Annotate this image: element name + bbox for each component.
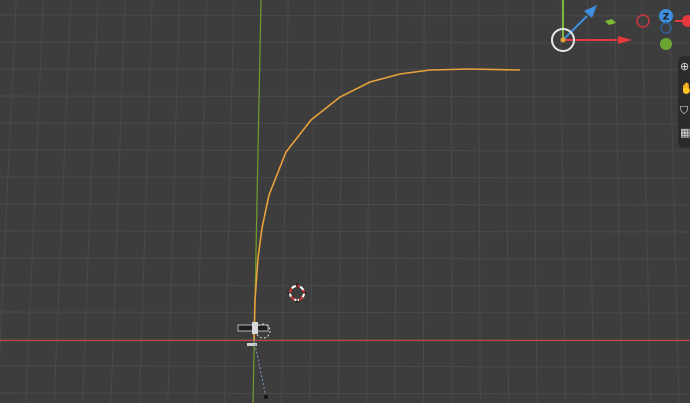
z-axis-label: Z xyxy=(663,13,670,23)
grid-line xyxy=(0,230,690,233)
neg-x-ball-icon xyxy=(636,14,650,28)
grid-line xyxy=(25,0,44,403)
grid-line xyxy=(0,311,690,314)
y-axis-arrow-icon xyxy=(605,19,616,25)
grid-line xyxy=(641,0,652,403)
grid-line xyxy=(110,0,126,403)
grid-line xyxy=(0,257,690,260)
grid-line xyxy=(82,0,99,403)
grid-line xyxy=(0,365,690,368)
grid-line xyxy=(280,0,289,403)
grid-line xyxy=(0,0,17,358)
grid-line xyxy=(559,0,566,403)
grid-line xyxy=(422,0,425,403)
grid-line xyxy=(394,0,398,403)
grid-line xyxy=(0,392,690,395)
grid-icon[interactable]: ▦ xyxy=(680,126,690,140)
y-axis-line xyxy=(252,0,262,403)
grid-line xyxy=(614,0,623,403)
3d-viewport[interactable]: Z ⊕ ✋ ⛉ ▦ xyxy=(0,0,690,403)
grid-line xyxy=(532,0,538,403)
grid-line xyxy=(478,0,481,403)
grid-line xyxy=(0,203,690,206)
grid-line xyxy=(366,0,371,403)
grid-line xyxy=(0,338,690,341)
grid-line xyxy=(0,41,690,44)
grid-line xyxy=(337,0,344,403)
grid-line xyxy=(0,68,690,71)
grid-line xyxy=(195,0,208,403)
viewport-navigation-bar: ⊕ ✋ ⛉ ▦ xyxy=(678,56,690,148)
hand-icon[interactable]: ✋ xyxy=(680,82,690,96)
3d-cursor[interactable] xyxy=(287,283,307,303)
grid-line xyxy=(0,176,690,179)
grid-line xyxy=(0,149,690,152)
grid-line xyxy=(0,122,690,125)
grid-line xyxy=(309,0,316,403)
zoom-icon[interactable]: ⊕ xyxy=(680,60,690,74)
camera-icon[interactable]: ⛉ xyxy=(680,104,690,118)
x-ball-icon xyxy=(682,15,690,27)
grid-line xyxy=(224,0,235,403)
grid-line xyxy=(0,95,690,98)
y-ball-icon xyxy=(660,38,672,50)
grid-line xyxy=(505,0,510,403)
grid-line xyxy=(586,0,595,403)
grid-line xyxy=(167,0,180,403)
floor-grid xyxy=(0,0,690,403)
grid-line xyxy=(0,284,690,287)
grid-line xyxy=(138,0,153,403)
grid-line xyxy=(53,0,72,403)
viewport-scene[interactable]: Z xyxy=(0,0,690,403)
